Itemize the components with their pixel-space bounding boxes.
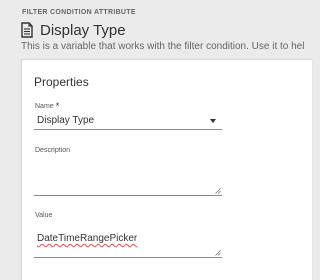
description-field-label: Description: [35, 147, 71, 154]
required-indicator: *: [55, 101, 60, 111]
document-icon: [20, 22, 34, 38]
description-textarea[interactable]: [34, 161, 222, 196]
caret-down-icon[interactable]: [210, 118, 216, 123]
value-text: DateTimeRangePicker: [37, 233, 138, 244]
value-textarea[interactable]: DateTimeRangePicker: [34, 223, 222, 258]
name-select-value: Display Type: [37, 115, 95, 126]
page-title: Display Type: [40, 21, 126, 39]
section-title: Properties: [34, 75, 89, 89]
value-field-label: Value: [35, 212, 53, 219]
page-description: This is a variable that works with the f…: [21, 41, 305, 52]
properties-panel: Properties Name * Display Type Descriptio…: [21, 59, 312, 280]
entity-type-label: FILTER CONDITION ATTRIBUTE: [22, 9, 136, 16]
name-select[interactable]: Display Type: [34, 112, 222, 130]
header: FILTER CONDITION ATTRIBUTE Display Type …: [0, 0, 304, 60]
title-row: Display Type: [20, 21, 126, 39]
resize-grip-icon[interactable]: [215, 250, 221, 256]
name-field-label: Name *: [35, 100, 60, 111]
name-label-text: Name: [35, 103, 54, 110]
resize-grip-icon[interactable]: [215, 188, 221, 194]
